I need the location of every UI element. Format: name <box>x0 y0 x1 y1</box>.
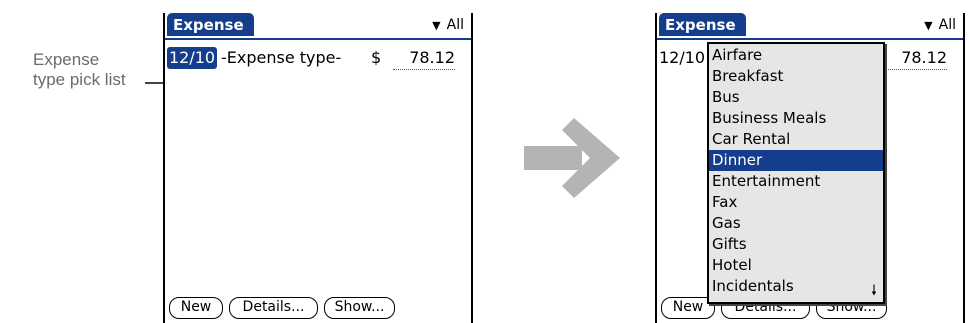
expense-type-popup-list[interactable]: Airfare Breakfast Bus Business Meals Car… <box>707 42 885 304</box>
callout-line-2: type pick list <box>33 70 126 89</box>
right-title-bar: Expense ▼ All <box>657 13 963 40</box>
right-device-screen: Expense ▼ All 12/10 78.12 New Details... … <box>655 13 965 323</box>
left-device-screen: Expense ▼ All 12/10 -Expense type- $ 78.1… <box>163 13 473 323</box>
pick-list-item-business-meals[interactable]: Business Meals <box>709 108 883 129</box>
left-row-amount[interactable]: 78.12 <box>393 47 455 70</box>
left-details-button[interactable]: Details... <box>229 297 318 319</box>
pick-list-item-hotel[interactable]: Hotel <box>709 255 883 276</box>
left-row-date[interactable]: 12/10 <box>167 47 218 69</box>
callout-line-1: Expense <box>33 50 100 69</box>
right-row-amount[interactable]: 78.12 <box>885 47 947 70</box>
right-app-title[interactable]: Expense <box>659 13 746 36</box>
left-category-filter[interactable]: ▼ All <box>432 16 464 35</box>
dropdown-triangle-icon: ▼ <box>924 19 933 32</box>
pick-list-item-gifts[interactable]: Gifts <box>709 234 883 255</box>
left-row-currency: $ <box>371 48 382 67</box>
right-category-label: All <box>938 17 956 33</box>
left-expense-row[interactable]: 12/10 -Expense type- $ 78.12 <box>165 46 471 70</box>
pick-list-item-car-rental[interactable]: Car Rental <box>709 129 883 150</box>
left-new-button[interactable]: New <box>169 297 223 319</box>
pick-list-item-gas[interactable]: Gas <box>709 213 883 234</box>
left-show-button[interactable]: Show... <box>324 297 395 319</box>
dropdown-triangle-icon: ▼ <box>432 19 441 32</box>
right-row-date[interactable]: 12/10 <box>657 47 707 69</box>
left-title-bar: Expense ▼ All <box>165 13 471 40</box>
pick-list-item-airfare[interactable]: Airfare <box>709 45 883 66</box>
scroll-down-arrow-icon[interactable]: 🠗 <box>871 284 877 298</box>
callout-label: Expense type pick list <box>33 50 183 90</box>
pick-list-item-dinner[interactable]: Dinner <box>709 150 883 171</box>
pick-list-item-entertainment[interactable]: Entertainment <box>709 171 883 192</box>
pick-list-item-bus[interactable]: Bus <box>709 87 883 108</box>
left-button-bar: New Details... Show... <box>165 293 471 323</box>
right-arrow-icon <box>524 118 620 198</box>
left-category-label: All <box>446 17 464 33</box>
left-app-title[interactable]: Expense <box>167 13 254 36</box>
pick-list-item-breakfast[interactable]: Breakfast <box>709 66 883 87</box>
pick-list-item-incidentals[interactable]: Incidentals <box>709 276 883 297</box>
pick-list-item-fax[interactable]: Fax <box>709 192 883 213</box>
expense-type-pick-list[interactable]: -Expense type- <box>221 47 341 69</box>
right-category-filter[interactable]: ▼ All <box>924 16 956 35</box>
